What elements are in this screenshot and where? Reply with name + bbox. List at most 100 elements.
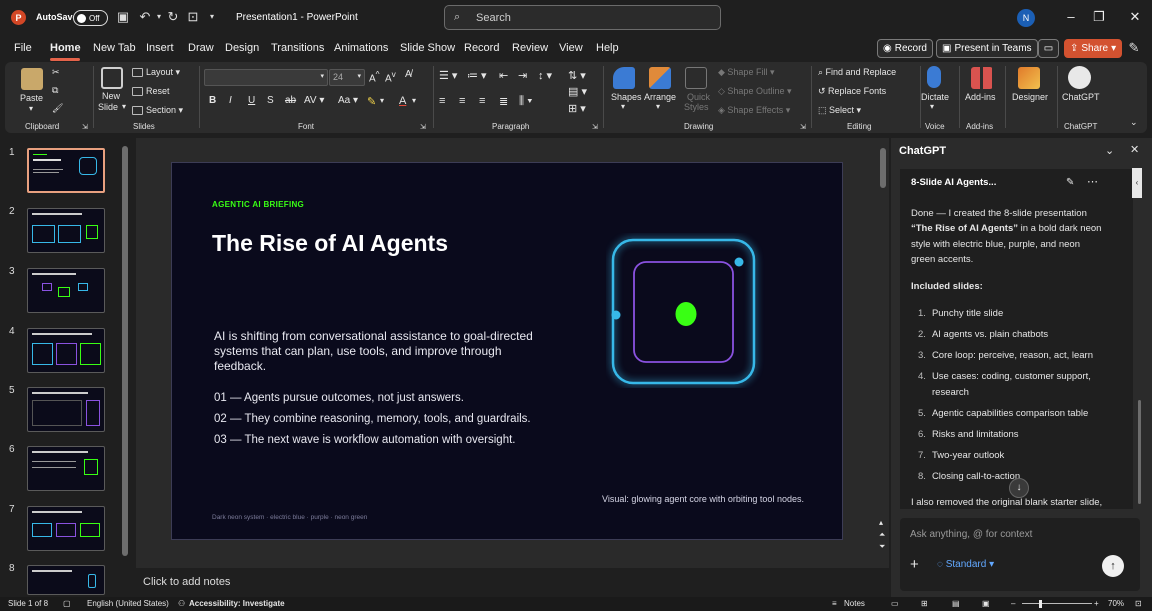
restore-icon[interactable]: ❐ (1090, 9, 1108, 25)
undo-icon[interactable]: ↶ (138, 10, 152, 24)
reset-button[interactable]: Reset (132, 86, 170, 97)
chat-scrollbar[interactable] (1138, 400, 1141, 504)
zoom-slider[interactable] (1022, 603, 1092, 604)
send-icon[interactable]: ↑ (1102, 555, 1124, 577)
align-right-icon[interactable]: ≡ (479, 95, 485, 107)
shape-outline-button[interactable]: ◇ Shape Outline ▾ (718, 86, 792, 97)
scroll-up-icon[interactable]: ▴ (879, 518, 883, 527)
layout-button[interactable]: Layout ▾ (132, 67, 180, 78)
increase-font-size-icon[interactable]: A^ (369, 69, 380, 84)
arrange-icon[interactable] (649, 67, 671, 89)
collapse-ribbon-icon[interactable]: ⌄ (1130, 117, 1138, 128)
new-slide-icon[interactable] (101, 67, 123, 89)
new-slide-label-1[interactable]: New (102, 91, 120, 101)
drawing-launcher-icon[interactable]: ⇲ (800, 123, 806, 131)
slide-thumbnail-1[interactable] (27, 148, 105, 193)
highlight-dropdown-icon[interactable]: ▾ (380, 96, 384, 105)
character-spacing-icon[interactable]: AV ▾ (304, 95, 324, 106)
font-launcher-icon[interactable]: ⇲ (420, 123, 426, 131)
font-size-combo[interactable]: 24 ▾ (329, 69, 365, 86)
zoom-out-icon[interactable]: – (1011, 599, 1015, 608)
mode-selector[interactable]: ◌ Standard ▾ (937, 559, 994, 570)
tab-help[interactable]: Help (596, 42, 619, 54)
designer-icon[interactable] (1018, 67, 1040, 89)
select-button[interactable]: ⬚ Select ▾ (818, 105, 861, 116)
undo-dropdown-icon[interactable]: ▾ (152, 10, 166, 24)
slide-canvas[interactable]: AGENTIC AI BRIEFING The Rise of AI Agent… (171, 162, 843, 540)
copy-icon[interactable]: ⧉ (52, 85, 58, 96)
chatgpt-icon[interactable] (1068, 66, 1091, 89)
microphone-icon[interactable] (927, 66, 941, 88)
numbering-icon[interactable]: ≔ ▾ (467, 69, 487, 82)
quick-styles-icon[interactable] (685, 67, 707, 89)
font-name-combo[interactable]: ▾ (204, 69, 328, 86)
close-pane-icon[interactable]: ✕ (1130, 143, 1139, 156)
tab-transitions[interactable]: Transitions (271, 42, 324, 54)
present-from-start-icon[interactable]: ⊡ (186, 10, 200, 24)
tab-home[interactable]: Home (50, 42, 81, 54)
shapes-icon[interactable] (613, 67, 635, 89)
section-button[interactable]: Section ▾ (132, 105, 183, 116)
tab-animations[interactable]: Animations (334, 42, 388, 54)
tab-design[interactable]: Design (225, 42, 259, 54)
minimize-icon[interactable]: – (1062, 9, 1080, 24)
bullets-icon[interactable]: ☰ ▾ (439, 69, 457, 82)
tab-record[interactable]: Record (464, 42, 499, 54)
notes-toggle-icon[interactable]: ≡ (832, 599, 837, 608)
designer-label[interactable]: Designer (1012, 92, 1048, 102)
strikethrough-icon[interactable]: ab (285, 95, 296, 106)
text-direction-icon[interactable]: ⇅ ▾ (568, 69, 586, 82)
slide-thumbnail-8[interactable] (27, 565, 105, 595)
tab-view[interactable]: View (559, 42, 583, 54)
record-button[interactable]: ◉ Record (877, 39, 933, 58)
new-slide-dropdown-icon[interactable]: ▾ (122, 102, 126, 111)
slide-thumbnail-6[interactable] (27, 446, 105, 491)
arrange-label[interactable]: Arrange (644, 92, 676, 102)
paste-dropdown-icon[interactable]: ▾ (29, 104, 33, 113)
format-painter-icon[interactable]: 🖌 (52, 103, 63, 114)
slide-thumbnail-7[interactable] (27, 506, 105, 551)
tab-review[interactable]: Review (512, 42, 548, 54)
quick-styles-label-1[interactable]: Quick (687, 92, 710, 102)
language-status[interactable]: English (United States) (87, 599, 169, 608)
pane-options-chevron-icon[interactable]: ⌄ (1105, 144, 1114, 157)
redo-icon[interactable]: ↻ (166, 10, 180, 24)
paragraph-launcher-icon[interactable]: ⇲ (592, 123, 598, 131)
paste-label[interactable]: Paste (20, 93, 43, 103)
underline-icon[interactable]: U (248, 95, 255, 106)
change-case-icon[interactable]: Aa ▾ (338, 95, 358, 106)
line-spacing-icon[interactable]: ↕ ▾ (538, 69, 552, 82)
tab-new-tab[interactable]: New Tab (93, 42, 136, 54)
arrange-dropdown-icon[interactable]: ▾ (656, 102, 660, 111)
save-icon[interactable]: ▣ (116, 10, 130, 24)
share-button[interactable]: ⇪ Share ▾ (1064, 39, 1123, 58)
cut-icon[interactable]: ✂ (52, 67, 60, 78)
normal-view-icon[interactable]: ▭ (891, 599, 899, 608)
slide-title[interactable]: The Rise of AI Agents (212, 230, 448, 257)
align-left-icon[interactable]: ≡ (439, 95, 445, 107)
replace-fonts-button[interactable]: ↺ Replace Fonts (818, 86, 886, 97)
next-slide-icon[interactable]: ⏷ (879, 542, 885, 552)
copilot-pen-icon[interactable]: ✎ (1127, 41, 1141, 55)
accessibility-status[interactable]: Accessibility: Investigate (189, 599, 285, 608)
notes-pane[interactable]: Click to add notes (136, 570, 889, 596)
comments-button[interactable]: ▭ (1038, 39, 1059, 58)
fit-to-window-icon[interactable]: ⊡ (1135, 599, 1142, 608)
autosave-toggle[interactable]: Off (73, 10, 108, 26)
tab-insert[interactable]: Insert (146, 42, 174, 54)
shape-effects-button[interactable]: ◈ Shape Effects ▾ (718, 105, 790, 116)
clipboard-launcher-icon[interactable]: ⇲ (82, 123, 88, 131)
decrease-font-size-icon[interactable]: Av (385, 69, 396, 84)
columns-icon[interactable]: ⫼ ▾ (519, 95, 532, 108)
shapes-dropdown-icon[interactable]: ▾ (621, 102, 625, 111)
bold-icon[interactable]: B (209, 95, 216, 106)
zoom-slider-thumb[interactable] (1039, 600, 1042, 608)
customize-toolbar-icon[interactable]: ▾ (205, 10, 219, 24)
tab-file[interactable]: File (14, 42, 32, 54)
font-color-icon[interactable]: A (399, 95, 406, 107)
search-box[interactable]: ⌕ Search (444, 5, 721, 30)
slide-thumbnail-2[interactable] (27, 208, 105, 253)
font-color-dropdown-icon[interactable]: ▾ (412, 96, 416, 105)
align-center-icon[interactable]: ≡ (459, 95, 465, 107)
more-options-icon[interactable]: ⋯ (1087, 175, 1098, 188)
